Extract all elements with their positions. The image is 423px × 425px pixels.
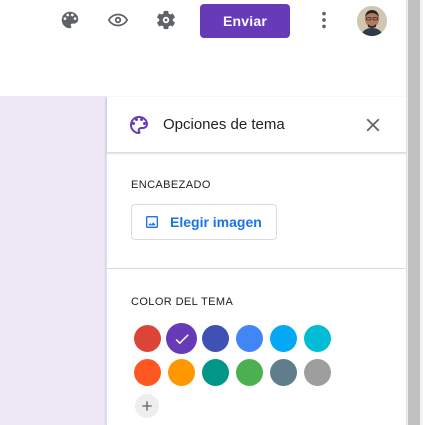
preview-button[interactable] — [104, 6, 132, 34]
palette-icon — [127, 113, 151, 137]
header-section-label: ENCABEZADO — [131, 179, 211, 191]
image-icon — [146, 216, 158, 228]
scrollbar-thumb[interactable] — [408, 0, 420, 425]
section-divider — [107, 268, 407, 269]
theme-panel-title: Opciones de tema — [163, 116, 285, 133]
account-avatar[interactable] — [357, 6, 387, 36]
theme-color-swatch[interactable] — [202, 359, 229, 386]
top-bar: Enviar — [0, 0, 406, 44]
theme-color-swatch[interactable] — [134, 359, 161, 386]
settings-button[interactable] — [152, 6, 180, 34]
gear-icon — [157, 10, 175, 30]
choose-image-button[interactable]: Elegir imagen — [131, 204, 277, 240]
theme-color-swatch[interactable] — [202, 325, 229, 352]
theme-options-panel: Opciones de tema ENCABEZADO Elegir image… — [106, 97, 407, 425]
more-vert-icon — [322, 11, 326, 29]
theme-color-swatch[interactable] — [304, 359, 331, 386]
customize-theme-button[interactable] — [56, 6, 84, 34]
theme-color-swatch[interactable] — [236, 359, 263, 386]
forms-editor: Enviar Opciones de tema ENCABEZADO Elegi… — [0, 0, 423, 425]
plus-icon — [142, 401, 152, 411]
choose-image-label: Elegir imagen — [170, 214, 262, 230]
close-panel-button[interactable] — [361, 113, 385, 137]
palette-icon — [61, 11, 79, 29]
send-button[interactable]: Enviar — [200, 4, 290, 38]
theme-color-swatch[interactable] — [168, 359, 195, 386]
add-custom-color-button[interactable] — [135, 394, 159, 418]
theme-color-swatch[interactable] — [270, 359, 297, 386]
more-options-button[interactable] — [310, 6, 338, 34]
theme-panel-header: Opciones de tema — [107, 97, 407, 153]
form-canvas-background — [0, 96, 106, 425]
theme-color-swatch[interactable] — [134, 325, 161, 352]
theme-color-swatch[interactable] — [270, 325, 297, 352]
theme-color-swatch[interactable] — [166, 323, 197, 354]
theme-color-swatch[interactable] — [236, 325, 263, 352]
close-icon — [366, 118, 380, 132]
theme-color-swatch[interactable] — [304, 325, 331, 352]
check-icon — [175, 333, 189, 344]
theme-color-section-label: COLOR DEL TEMA — [131, 296, 234, 308]
eye-icon — [107, 13, 129, 27]
avatar-photo — [357, 6, 387, 36]
